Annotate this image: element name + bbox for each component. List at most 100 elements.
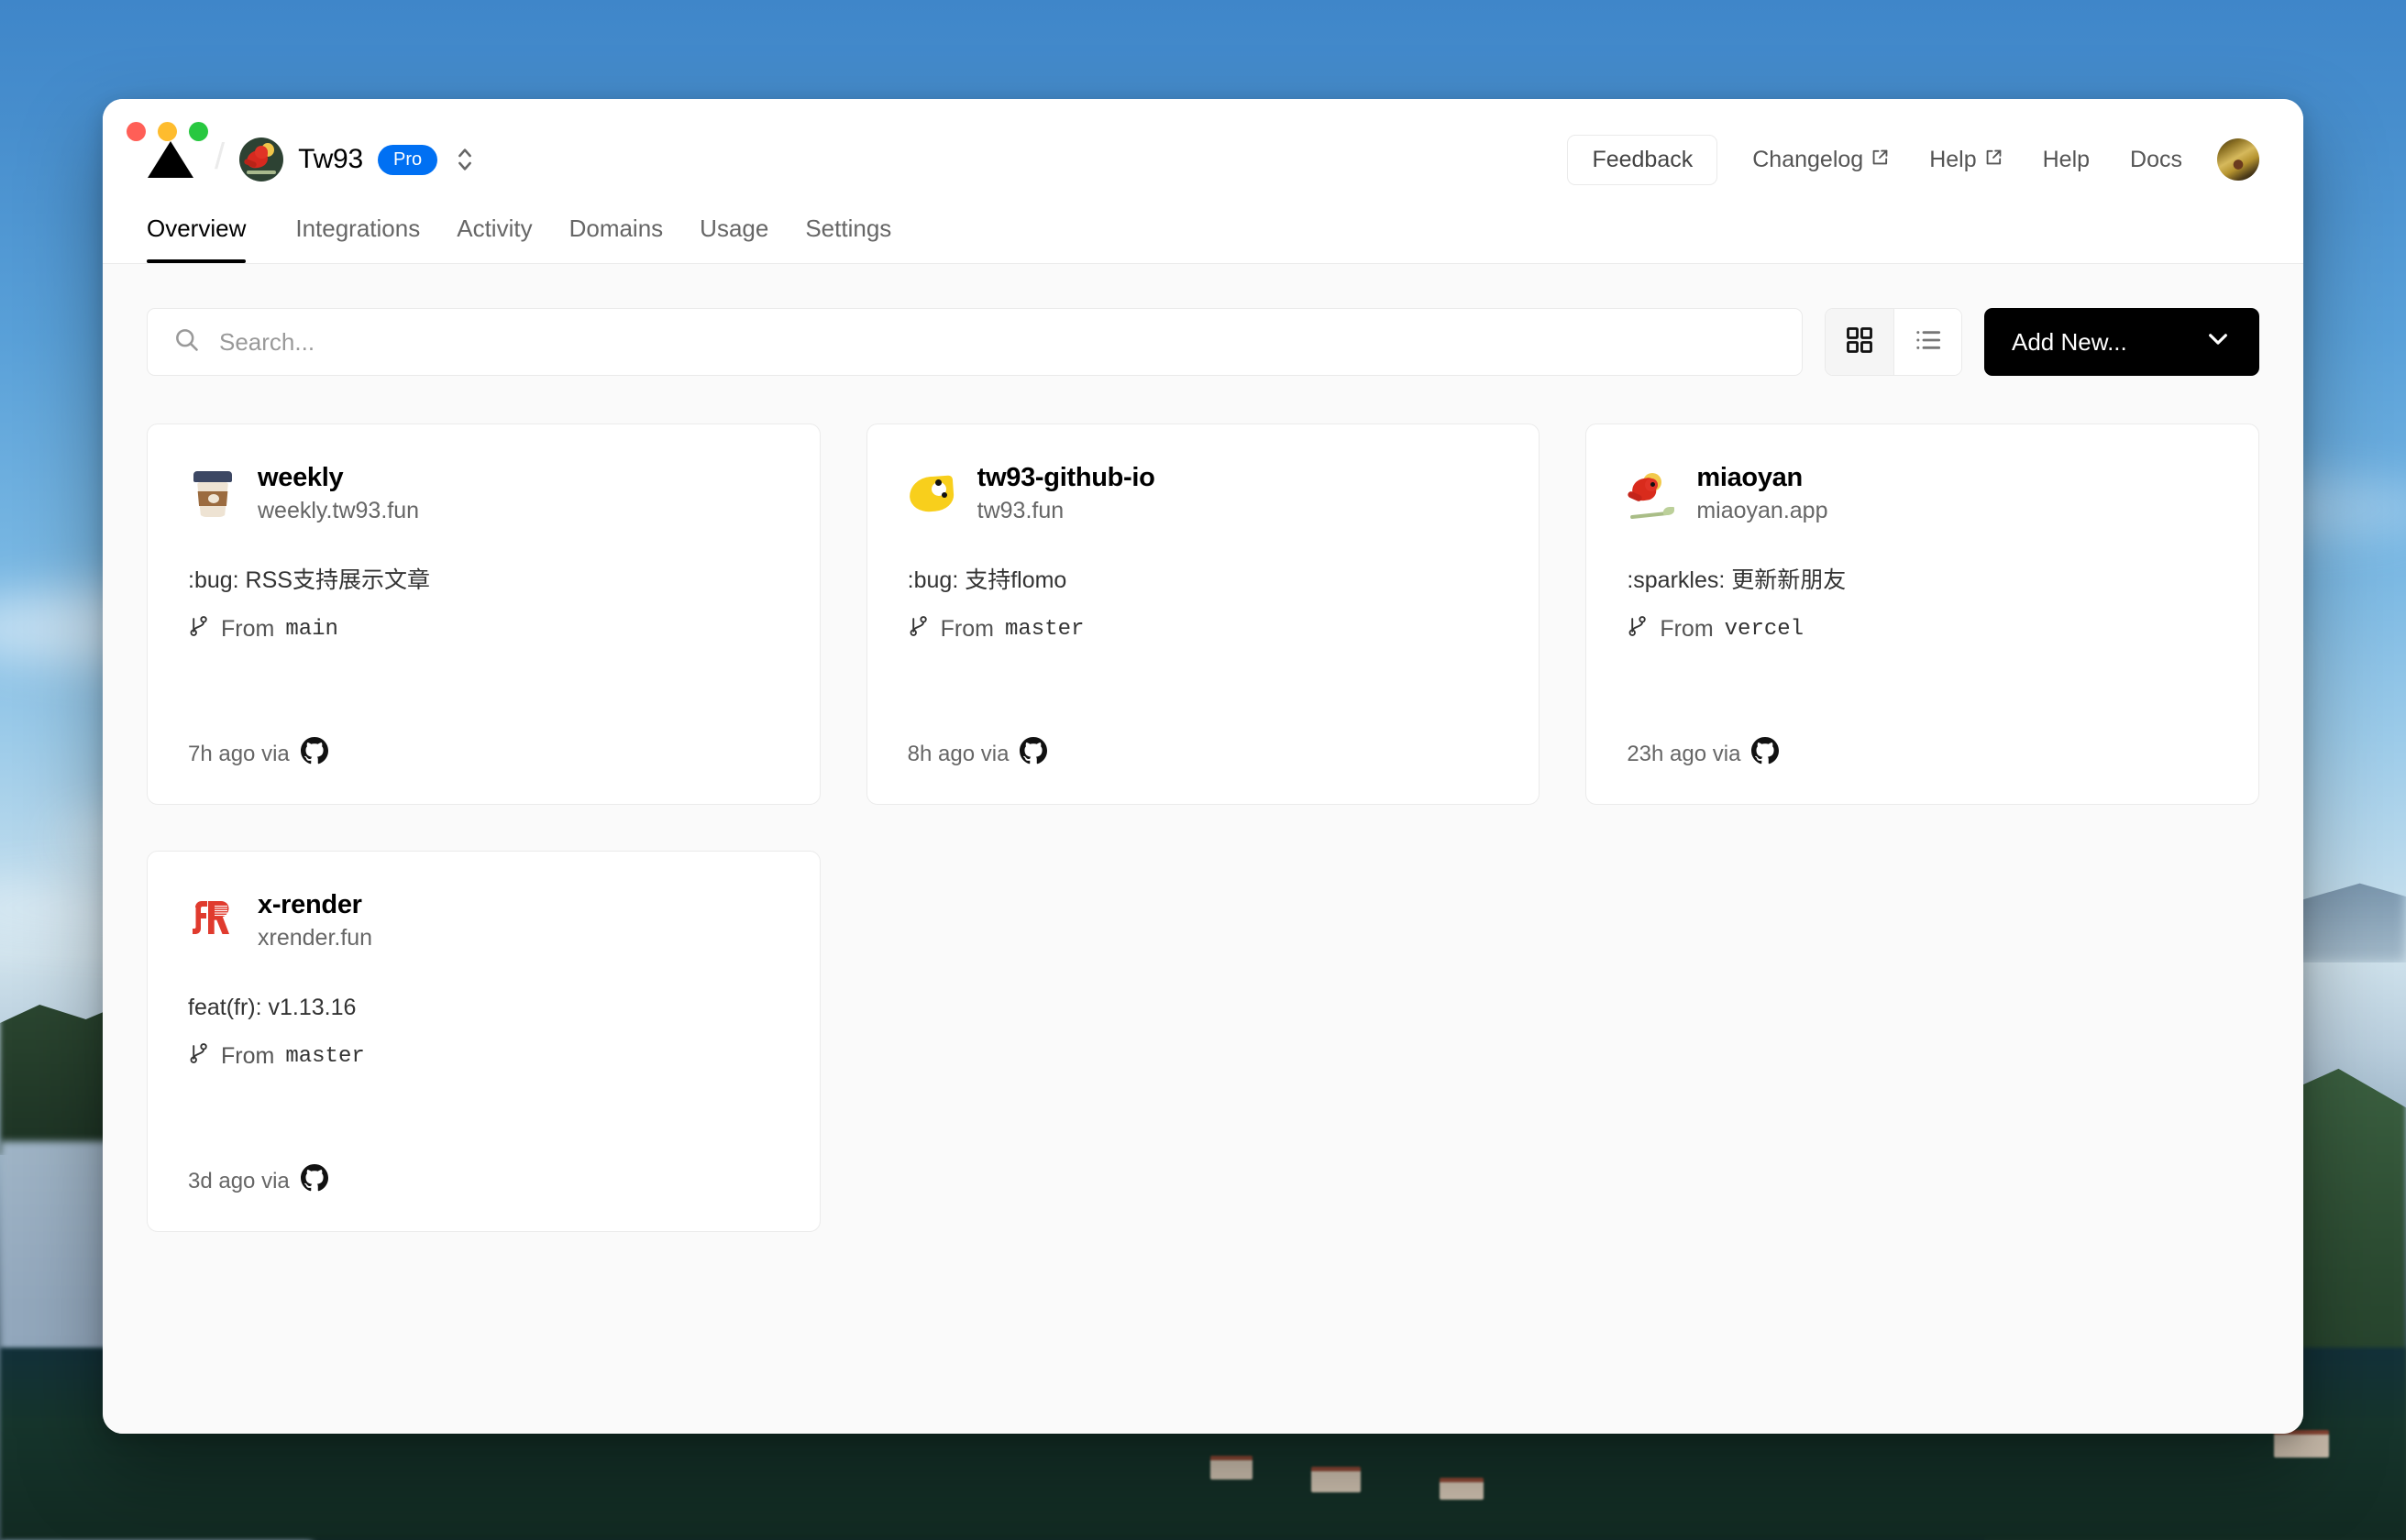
nav-link-changelog[interactable]: Changelog xyxy=(1732,136,1909,184)
project-commit-message: :bug: 支持flomo xyxy=(907,567,1067,593)
view-mode-toggle xyxy=(1825,308,1962,376)
breadcrumb-separator: / xyxy=(215,136,226,177)
plan-badge: Pro xyxy=(378,144,438,175)
project-card-titles: weekly weekly.tw93.fun xyxy=(258,461,419,527)
project-card-footer: 3d ago via xyxy=(188,1164,779,1198)
project-domain: miaoyan.app xyxy=(1696,498,1828,524)
git-branch-icon xyxy=(1627,614,1649,644)
tab-usage[interactable]: Usage xyxy=(681,205,787,263)
nav-link-help-external-label: Help xyxy=(1929,146,1977,172)
brand-area: / Tw93 Pro xyxy=(147,136,474,182)
nav-link-help-external[interactable]: Help xyxy=(1909,136,2022,184)
project-branch-prefix: From xyxy=(1660,615,1714,642)
house xyxy=(1440,1478,1484,1500)
header-top-row: / Tw93 Pro Feedback Changelog Help Help … xyxy=(147,99,2259,200)
project-branch: From main xyxy=(188,614,779,644)
project-time: 23h ago via xyxy=(1627,741,1741,766)
maximize-window-button[interactable] xyxy=(189,122,208,141)
coffee-cup-icon xyxy=(188,469,237,519)
project-card-titles: miaoyan miaoyan.app xyxy=(1696,461,1827,527)
project-branch: From master xyxy=(908,614,1499,644)
external-link-icon xyxy=(1871,147,1889,173)
main-tabs: Overview Integrations Activity Domains U… xyxy=(147,200,2259,263)
project-card-header: x-render xrender.fun xyxy=(188,888,779,954)
cardinal-bird-avatar xyxy=(239,138,284,182)
list-view-button[interactable] xyxy=(1893,309,1961,375)
github-icon xyxy=(1020,737,1048,771)
house xyxy=(1210,1456,1253,1480)
user-avatar[interactable] xyxy=(2217,138,2259,181)
vercel-triangle-logo[interactable] xyxy=(147,139,194,180)
header-actions: Feedback Changelog Help Help Docs xyxy=(1567,134,2259,185)
tab-settings[interactable]: Settings xyxy=(787,205,910,263)
add-new-button[interactable]: Add New... xyxy=(1984,308,2259,376)
project-branch-prefix: From xyxy=(221,615,275,642)
cardinal-bird-icon xyxy=(1627,469,1676,520)
github-icon xyxy=(1751,737,1780,771)
project-time: 3d ago via xyxy=(188,1168,290,1194)
project-domain: weekly.tw93.fun xyxy=(258,498,420,524)
project-branch-name: master xyxy=(1004,616,1085,642)
project-card-footer: 8h ago via xyxy=(908,737,1499,771)
project-card-titles: x-render xrender.fun xyxy=(258,888,372,954)
nav-link-help[interactable]: Help xyxy=(2023,136,2110,184)
feedback-button[interactable]: Feedback xyxy=(1567,134,1718,185)
search-box[interactable] xyxy=(147,308,1803,376)
app-window: / Tw93 Pro Feedback Changelog Help Help … xyxy=(103,99,2303,1434)
grid-view-button[interactable] xyxy=(1826,309,1893,375)
list-view-icon xyxy=(1915,326,1942,358)
project-branch-name: master xyxy=(285,1043,365,1069)
desktop-wallpaper: / Tw93 Pro Feedback Changelog Help Help … xyxy=(0,0,2406,1540)
nav-link-docs[interactable]: Docs xyxy=(2110,136,2202,184)
window-traffic-lights[interactable] xyxy=(127,122,208,141)
main-content: Add New... week xyxy=(103,264,2303,1434)
project-commit-message: feat(fr): v1.13.16 xyxy=(188,995,357,1020)
app-header: / Tw93 Pro Feedback Changelog Help Help … xyxy=(103,99,2303,264)
external-link-icon xyxy=(1984,147,2003,173)
project-card-header: miaoyan miaoyan.app xyxy=(1627,461,2218,527)
chevron-down-icon xyxy=(2204,325,2232,359)
project-card[interactable]: tw93-github-io tw93.fun :bug: 支持flomo Fr… xyxy=(866,424,1540,805)
project-branch-prefix: From xyxy=(221,1042,275,1069)
project-name: tw93-github-io xyxy=(977,463,1155,492)
github-icon xyxy=(300,1164,328,1198)
project-branch-name: vercel xyxy=(1724,616,1804,642)
git-branch-icon xyxy=(908,614,930,644)
git-branch-icon xyxy=(188,614,210,644)
project-card[interactable]: weekly weekly.tw93.fun :bug: RSS支持展示文章 F… xyxy=(147,424,821,805)
project-card[interactable]: x-render xrender.fun feat(fr): v1.13.16 xyxy=(147,851,821,1232)
projects-toolbar: Add New... xyxy=(147,308,2259,376)
tab-domains[interactable]: Domains xyxy=(551,205,682,263)
grid-view-icon xyxy=(1846,326,1873,358)
team-switcher[interactable]: Tw93 Pro xyxy=(239,138,474,182)
project-card-header: tw93-github-io tw93.fun xyxy=(908,461,1499,527)
chevron-up-down-icon[interactable] xyxy=(456,145,474,174)
house xyxy=(1311,1467,1361,1492)
project-time: 8h ago via xyxy=(907,741,1010,766)
github-icon xyxy=(300,737,328,771)
tab-overview[interactable]: Overview xyxy=(147,205,264,263)
git-branch-icon xyxy=(188,1041,210,1072)
add-new-label: Add New... xyxy=(2012,327,2127,356)
tab-activity[interactable]: Activity xyxy=(438,205,550,263)
project-branch: From master xyxy=(188,1041,779,1072)
project-card-footer: 7h ago via xyxy=(188,737,779,771)
project-commit-message: :bug: RSS支持展示文章 xyxy=(188,567,430,593)
house xyxy=(2274,1430,2329,1458)
project-name: weekly xyxy=(258,463,344,492)
nav-link-changelog-label: Changelog xyxy=(1752,146,1864,172)
search-input[interactable] xyxy=(219,327,1776,357)
project-branch: From vercel xyxy=(1627,614,2218,644)
project-commit-message: :sparkles: 更新新朋友 xyxy=(1627,567,1847,593)
project-card[interactable]: miaoyan miaoyan.app :sparkles: 更新新朋友 Fro… xyxy=(1585,424,2259,805)
project-card-titles: tw93-github-io tw93.fun xyxy=(977,461,1155,527)
tab-integrations[interactable]: Integrations xyxy=(277,205,438,263)
close-window-button[interactable] xyxy=(127,122,146,141)
project-name: miaoyan xyxy=(1696,463,1803,492)
project-name: x-render xyxy=(258,890,362,919)
project-branch-name: main xyxy=(285,616,338,642)
project-branch-prefix: From xyxy=(940,615,994,642)
project-card-footer: 23h ago via xyxy=(1627,737,2218,771)
project-card-header: weekly weekly.tw93.fun xyxy=(188,461,779,527)
minimize-window-button[interactable] xyxy=(158,122,177,141)
